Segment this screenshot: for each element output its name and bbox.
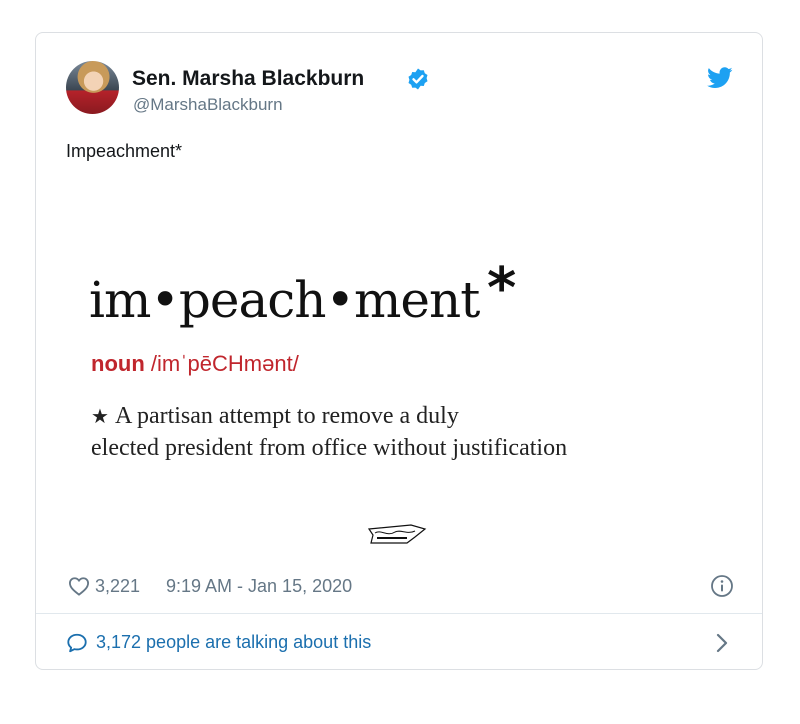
heart-icon[interactable] xyxy=(68,576,90,596)
image-headword: im•peach•ment xyxy=(89,271,480,329)
like-count[interactable]: 3,221 xyxy=(95,576,140,597)
display-name[interactable]: Sen. Marsha Blackburn xyxy=(132,67,364,91)
tweet-image[interactable]: im•peach•ment * noun /imˈpēCHmənt/ ★ A pa… xyxy=(37,183,763,563)
image-pronunciation: /imˈpēCHmənt/ xyxy=(150,351,299,376)
image-definition-star: ★ xyxy=(91,406,109,428)
image-headword-star: * xyxy=(487,256,517,321)
image-part-of-speech: noun /imˈpēCHmənt/ xyxy=(91,351,299,377)
verified-badge-icon xyxy=(408,68,428,90)
image-definition-line2: elected president from office without ju… xyxy=(91,435,568,461)
info-icon[interactable] xyxy=(710,574,734,598)
tweet-text: Impeachment* xyxy=(66,141,183,161)
signature-logo xyxy=(367,524,427,544)
image-definition-line1: A partisan attempt to remove a duly xyxy=(114,403,459,429)
twitter-bird-icon[interactable] xyxy=(707,67,733,89)
image-definition: ★ A partisan attempt to remove a duly ele… xyxy=(91,401,691,464)
chevron-right-icon xyxy=(716,633,728,653)
conversation-link[interactable]: 3,172 people are talking about this xyxy=(36,614,762,670)
handle[interactable]: @MarshaBlackburn xyxy=(133,95,283,115)
tweet-card: Sen. Marsha Blackburn @MarshaBlackburn I… xyxy=(35,32,763,670)
avatar[interactable] xyxy=(66,61,119,114)
timestamp[interactable]: 9:19 AM - Jan 15, 2020 xyxy=(166,576,352,597)
talking-about-label: 3,172 people are talking about this xyxy=(96,632,372,652)
speech-bubble-icon xyxy=(67,633,87,653)
image-pos-label: noun xyxy=(91,351,145,376)
